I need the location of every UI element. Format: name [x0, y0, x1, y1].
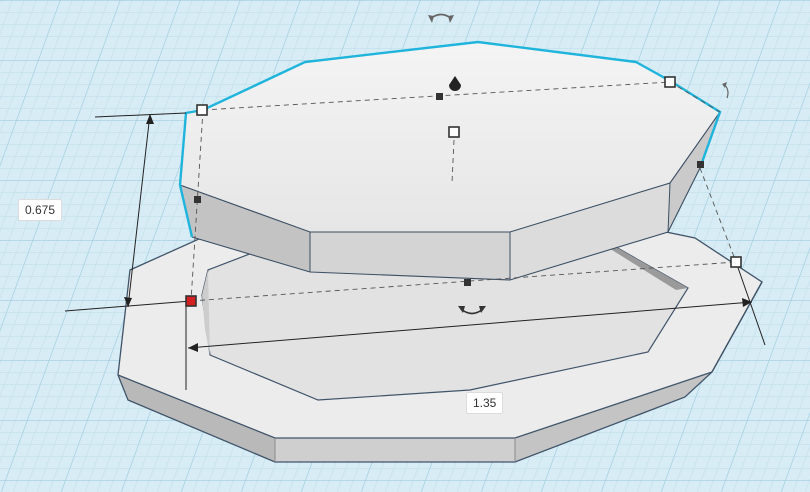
corner-handle[interactable] — [196, 104, 208, 116]
width-dimension-label[interactable]: 1.35 — [466, 392, 504, 414]
height-handle[interactable] — [448, 126, 460, 138]
corner-handle[interactable] — [730, 256, 742, 268]
edge-handle[interactable] — [436, 93, 443, 100]
active-corner-handle[interactable] — [185, 295, 197, 307]
corner-handle[interactable] — [664, 76, 676, 88]
edge-handle[interactable] — [194, 196, 201, 203]
height-dimension-label[interactable]: 0.675 — [18, 199, 63, 221]
scene-canvas[interactable] — [0, 0, 810, 492]
edge-handle[interactable] — [464, 279, 471, 286]
edge-handle[interactable] — [697, 161, 704, 168]
base-side-front — [275, 438, 515, 462]
workplane-viewport[interactable]: 0.675 1.35 — [0, 0, 810, 492]
